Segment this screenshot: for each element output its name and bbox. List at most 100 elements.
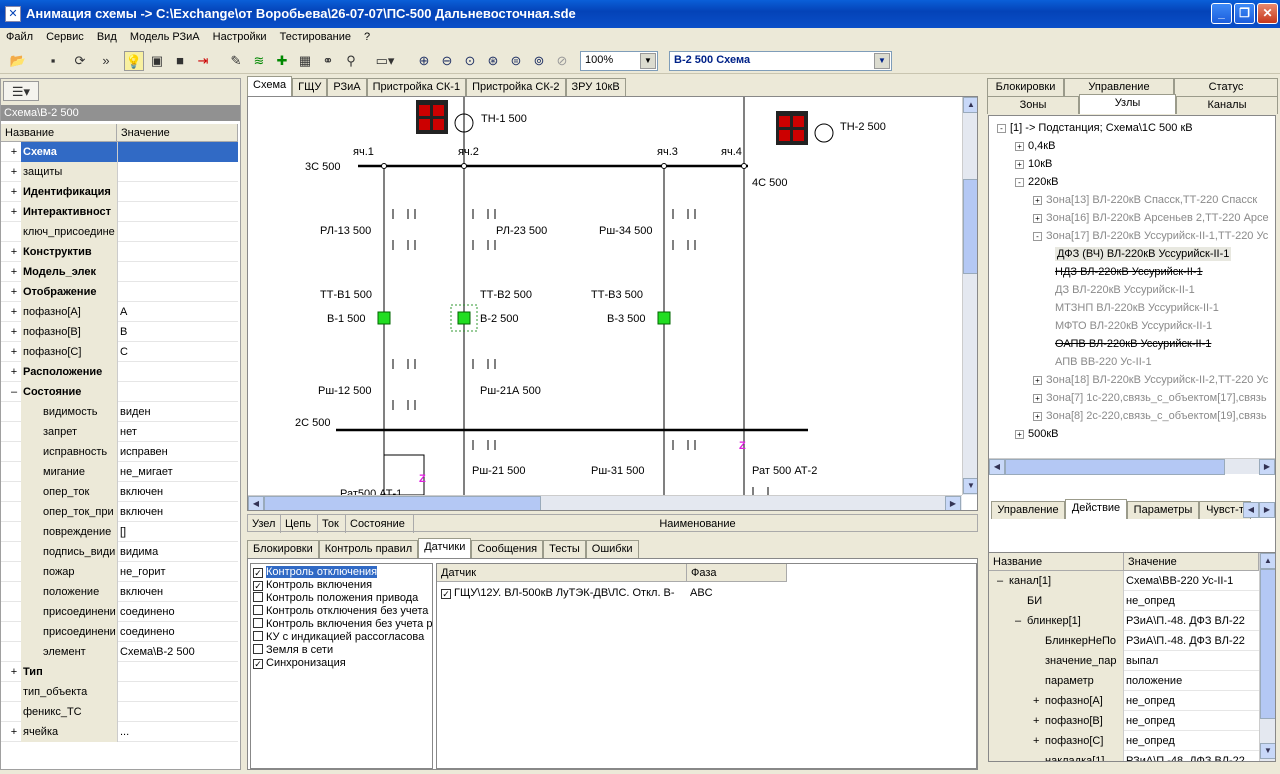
tab-scheme-3[interactable]: Пристройка СК-1 <box>366 78 467 96</box>
tree-node[interactable]: МТЗНП ВЛ-220кВ Уссурийск-II-1 <box>1051 299 1219 317</box>
tree-node[interactable]: + Зона[8] 2с-220,связь_с_объектом[19],свя… <box>1033 407 1267 425</box>
property-value[interactable]: включен <box>118 502 238 522</box>
tab-status[interactable]: Статус <box>1174 78 1278 96</box>
property-row[interactable]: + пофазно[C] C <box>1 342 238 362</box>
expand-icon[interactable]: + <box>1033 214 1042 223</box>
property-value[interactable]: исправен <box>118 442 238 462</box>
property-value[interactable] <box>118 682 238 702</box>
property-row[interactable]: + ячейка... <box>1 722 238 742</box>
close-button[interactable]: ✕ <box>1257 3 1278 24</box>
property-value[interactable]: не_опред <box>1126 691 1259 711</box>
expand-icon[interactable]: + <box>9 322 19 342</box>
col-current[interactable]: Ток <box>318 515 346 533</box>
tab-bottom-0[interactable]: Блокировки <box>247 540 319 558</box>
property-value[interactable] <box>118 382 238 402</box>
checkbox[interactable]: ✓ <box>441 589 451 599</box>
property-value[interactable]: видима <box>118 542 238 562</box>
tree-node[interactable]: ОАПВ ВЛ-220кВ Уссурийск-II-1 <box>1051 335 1211 353</box>
props-vscroll[interactable]: ▲ ▼ <box>1259 553 1275 761</box>
forward-icon[interactable]: » <box>96 51 116 71</box>
property-row[interactable]: + Идентификация <box>1 182 238 202</box>
check-item[interactable]: ✓ Контроль отключения <box>253 566 378 579</box>
collapse-icon[interactable]: - <box>1015 178 1024 187</box>
property-value[interactable]: ... <box>118 722 238 742</box>
property-row[interactable]: + пофазно[B] B <box>1 322 238 342</box>
expand-icon[interactable]: + <box>9 362 19 382</box>
property-row[interactable]: параметр положение <box>989 671 1259 691</box>
save-icon[interactable]: ▪ <box>43 51 63 71</box>
col-phase[interactable]: Фаза <box>687 564 787 582</box>
property-value[interactable] <box>118 242 238 262</box>
scroll-thumb[interactable] <box>1260 569 1275 719</box>
col-node[interactable]: Узел <box>248 515 281 533</box>
tab-bottom-4[interactable]: Тесты <box>543 540 586 558</box>
menu-help[interactable]: ? <box>360 28 374 46</box>
zoom-100-icon[interactable]: ⊙ <box>460 51 480 71</box>
tab-scroll-right-icon[interactable]: ▶ <box>1259 502 1275 518</box>
check-item[interactable]: КУ с индикацией рассогласова <box>253 631 424 644</box>
checkbox[interactable] <box>253 618 263 628</box>
tab-bottom-3[interactable]: Сообщения <box>471 540 544 558</box>
property-value[interactable]: не_опред <box>1126 711 1259 731</box>
scroll-thumb[interactable] <box>264 496 541 510</box>
expand-icon[interactable]: + <box>1015 160 1024 169</box>
zoom-in-icon[interactable]: ⊕ <box>414 51 434 71</box>
scroll-down-icon[interactable]: ▼ <box>963 478 977 494</box>
scheme-select[interactable]: В-2 500 Схема ▼ <box>669 51 892 71</box>
tree-node[interactable]: -220кВ <box>1015 173 1059 191</box>
expand-icon[interactable]: + <box>9 342 19 362</box>
expand-icon[interactable]: + <box>9 162 19 182</box>
tree-hscroll[interactable]: ◀ ▶ <box>989 458 1275 475</box>
property-row[interactable]: запрет нет <box>1 422 238 442</box>
property-row[interactable]: присоединени соединено <box>1 622 238 642</box>
tab-management[interactable]: Управление <box>991 501 1065 519</box>
tab-scheme-5[interactable]: ЗРУ 10кВ <box>565 78 626 96</box>
scroll-left-icon[interactable]: ◀ <box>989 459 1005 475</box>
property-row[interactable]: + Тип <box>1 662 238 682</box>
property-row[interactable]: + пофазно[C] не_опред <box>989 731 1259 751</box>
property-value[interactable] <box>118 202 238 222</box>
sensor-row[interactable]: ✓ ГЩУ\12У. ВЛ-500кВ ЛуТЭК-ДВ\ЛС. Откл. В- <box>441 586 675 600</box>
property-row[interactable]: – Состояние <box>1 382 238 402</box>
expand-icon[interactable]: + <box>1033 731 1045 751</box>
col-circuit[interactable]: Цепь <box>281 515 318 533</box>
zoom-width-icon[interactable]: ⊜ <box>506 51 526 71</box>
property-row[interactable]: опер_ток включен <box>1 482 238 502</box>
tab-action[interactable]: Действие <box>1065 499 1127 519</box>
property-row[interactable]: присоединени соединено <box>1 602 238 622</box>
property-value[interactable]: A <box>118 302 238 322</box>
scroll-down-icon[interactable]: ▼ <box>1260 743 1275 759</box>
property-row[interactable]: – канал[1] Схема\ВВ-220 Ус-II-1 <box>989 571 1259 591</box>
binoculars-icon[interactable]: ⚭ <box>318 51 338 71</box>
property-value[interactable]: включен <box>118 482 238 502</box>
property-row[interactable]: + Схема <box>1 142 238 162</box>
property-row[interactable]: + пофазно[B] не_опред <box>989 711 1259 731</box>
breaker-b2[interactable] <box>457 311 471 325</box>
property-row[interactable]: + пофазно[A] не_опред <box>989 691 1259 711</box>
column-name-header[interactable]: Название <box>989 553 1124 571</box>
col-state[interactable]: Состояние <box>346 515 414 533</box>
column-name-header[interactable]: Название <box>1 124 117 142</box>
property-row[interactable]: + Отображение <box>1 282 238 302</box>
collapse-icon[interactable]: - <box>997 124 1006 133</box>
property-row[interactable]: положение включен <box>1 582 238 602</box>
grid-icon[interactable]: ▦ <box>295 51 315 71</box>
expand-icon[interactable]: + <box>9 302 19 322</box>
tree-node[interactable]: НДЗ ВЛ-220кВ Уссурийск-II-1 <box>1051 263 1203 281</box>
tree-node[interactable]: АПВ ВВ-220 Ус-II-1 <box>1051 353 1152 371</box>
zoom-fit-icon[interactable]: ⊛ <box>483 51 503 71</box>
check-item[interactable]: Контроль отключения без учета <box>253 605 428 618</box>
property-value[interactable]: [] <box>118 522 238 542</box>
property-row[interactable]: + Модель_элек <box>1 262 238 282</box>
tab-scheme-0[interactable]: Схема <box>247 76 293 96</box>
property-value[interactable]: соединено <box>118 602 238 622</box>
properties-menu-icon[interactable]: ☰▾ <box>3 81 39 101</box>
property-value[interactable] <box>118 162 238 182</box>
checkbox[interactable]: ✓ <box>253 568 263 578</box>
add-icon[interactable]: ✚ <box>272 51 292 71</box>
menu-view[interactable]: Вид <box>93 28 121 46</box>
property-value[interactable] <box>118 662 238 682</box>
tab-bottom-1[interactable]: Контроль правил <box>318 540 419 558</box>
check-item[interactable]: ✓ Синхронизация <box>253 657 346 670</box>
scroll-thumb[interactable] <box>1005 459 1225 475</box>
